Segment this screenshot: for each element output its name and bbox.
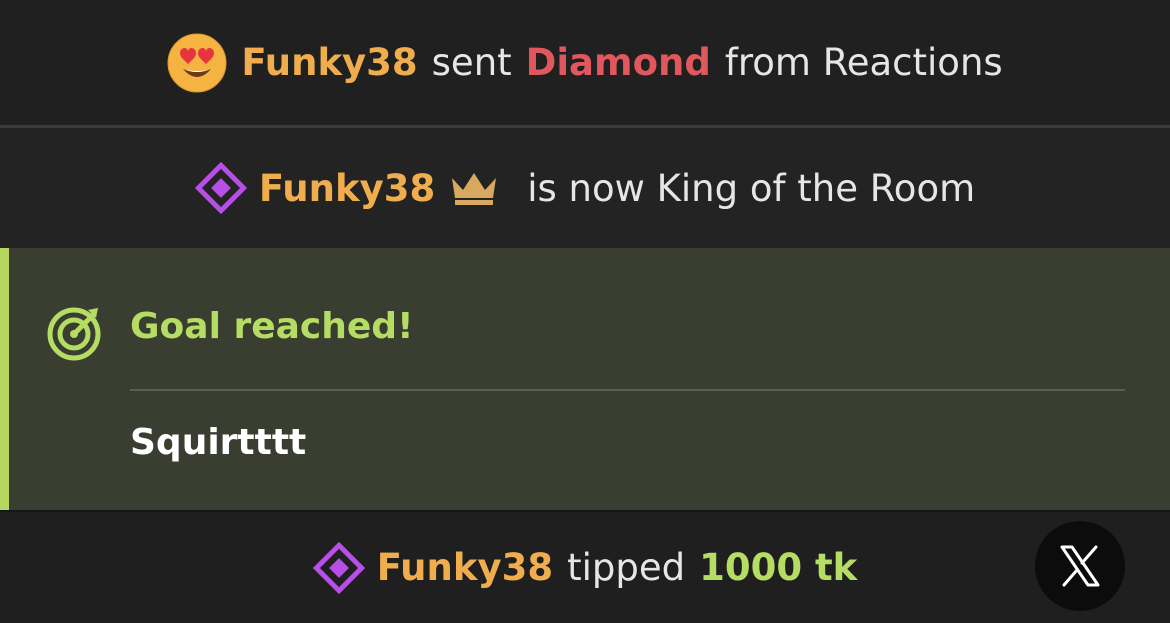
king-username[interactable]: Funky38 xyxy=(259,167,435,210)
reaction-username[interactable]: Funky38 xyxy=(241,41,417,84)
reaction-message: Funky38 sent Diamond from Reactions xyxy=(0,0,1170,125)
goal-card xyxy=(0,248,1170,510)
reaction-suffix: from Reactions xyxy=(724,41,1003,84)
goal-accent-bar xyxy=(0,248,9,510)
goal-title: Goal reached! xyxy=(130,306,414,347)
crown-icon xyxy=(452,173,497,205)
reaction-verb: sent xyxy=(431,41,512,84)
diamond-badge-icon xyxy=(194,162,247,214)
goal-description: Squirtttt xyxy=(130,422,307,463)
heart-eyes-emoji-icon xyxy=(167,33,227,92)
x-logo-icon xyxy=(1060,545,1100,587)
tip-verb: tipped xyxy=(567,546,686,589)
king-text: is now King of the Room xyxy=(527,166,976,210)
tip-message: Funky38 tipped 1000 tk xyxy=(0,510,1170,623)
king-message: Funky38 is now King of the Room xyxy=(0,128,1170,248)
tip-username[interactable]: Funky38 xyxy=(377,546,553,589)
goal-divider xyxy=(130,389,1125,391)
diamond-badge-icon xyxy=(312,541,365,594)
tip-amount: 1000 tk xyxy=(699,546,858,589)
x-logo-button[interactable] xyxy=(1035,521,1125,611)
target-icon xyxy=(47,307,101,361)
gift-name: Diamond xyxy=(525,41,711,84)
